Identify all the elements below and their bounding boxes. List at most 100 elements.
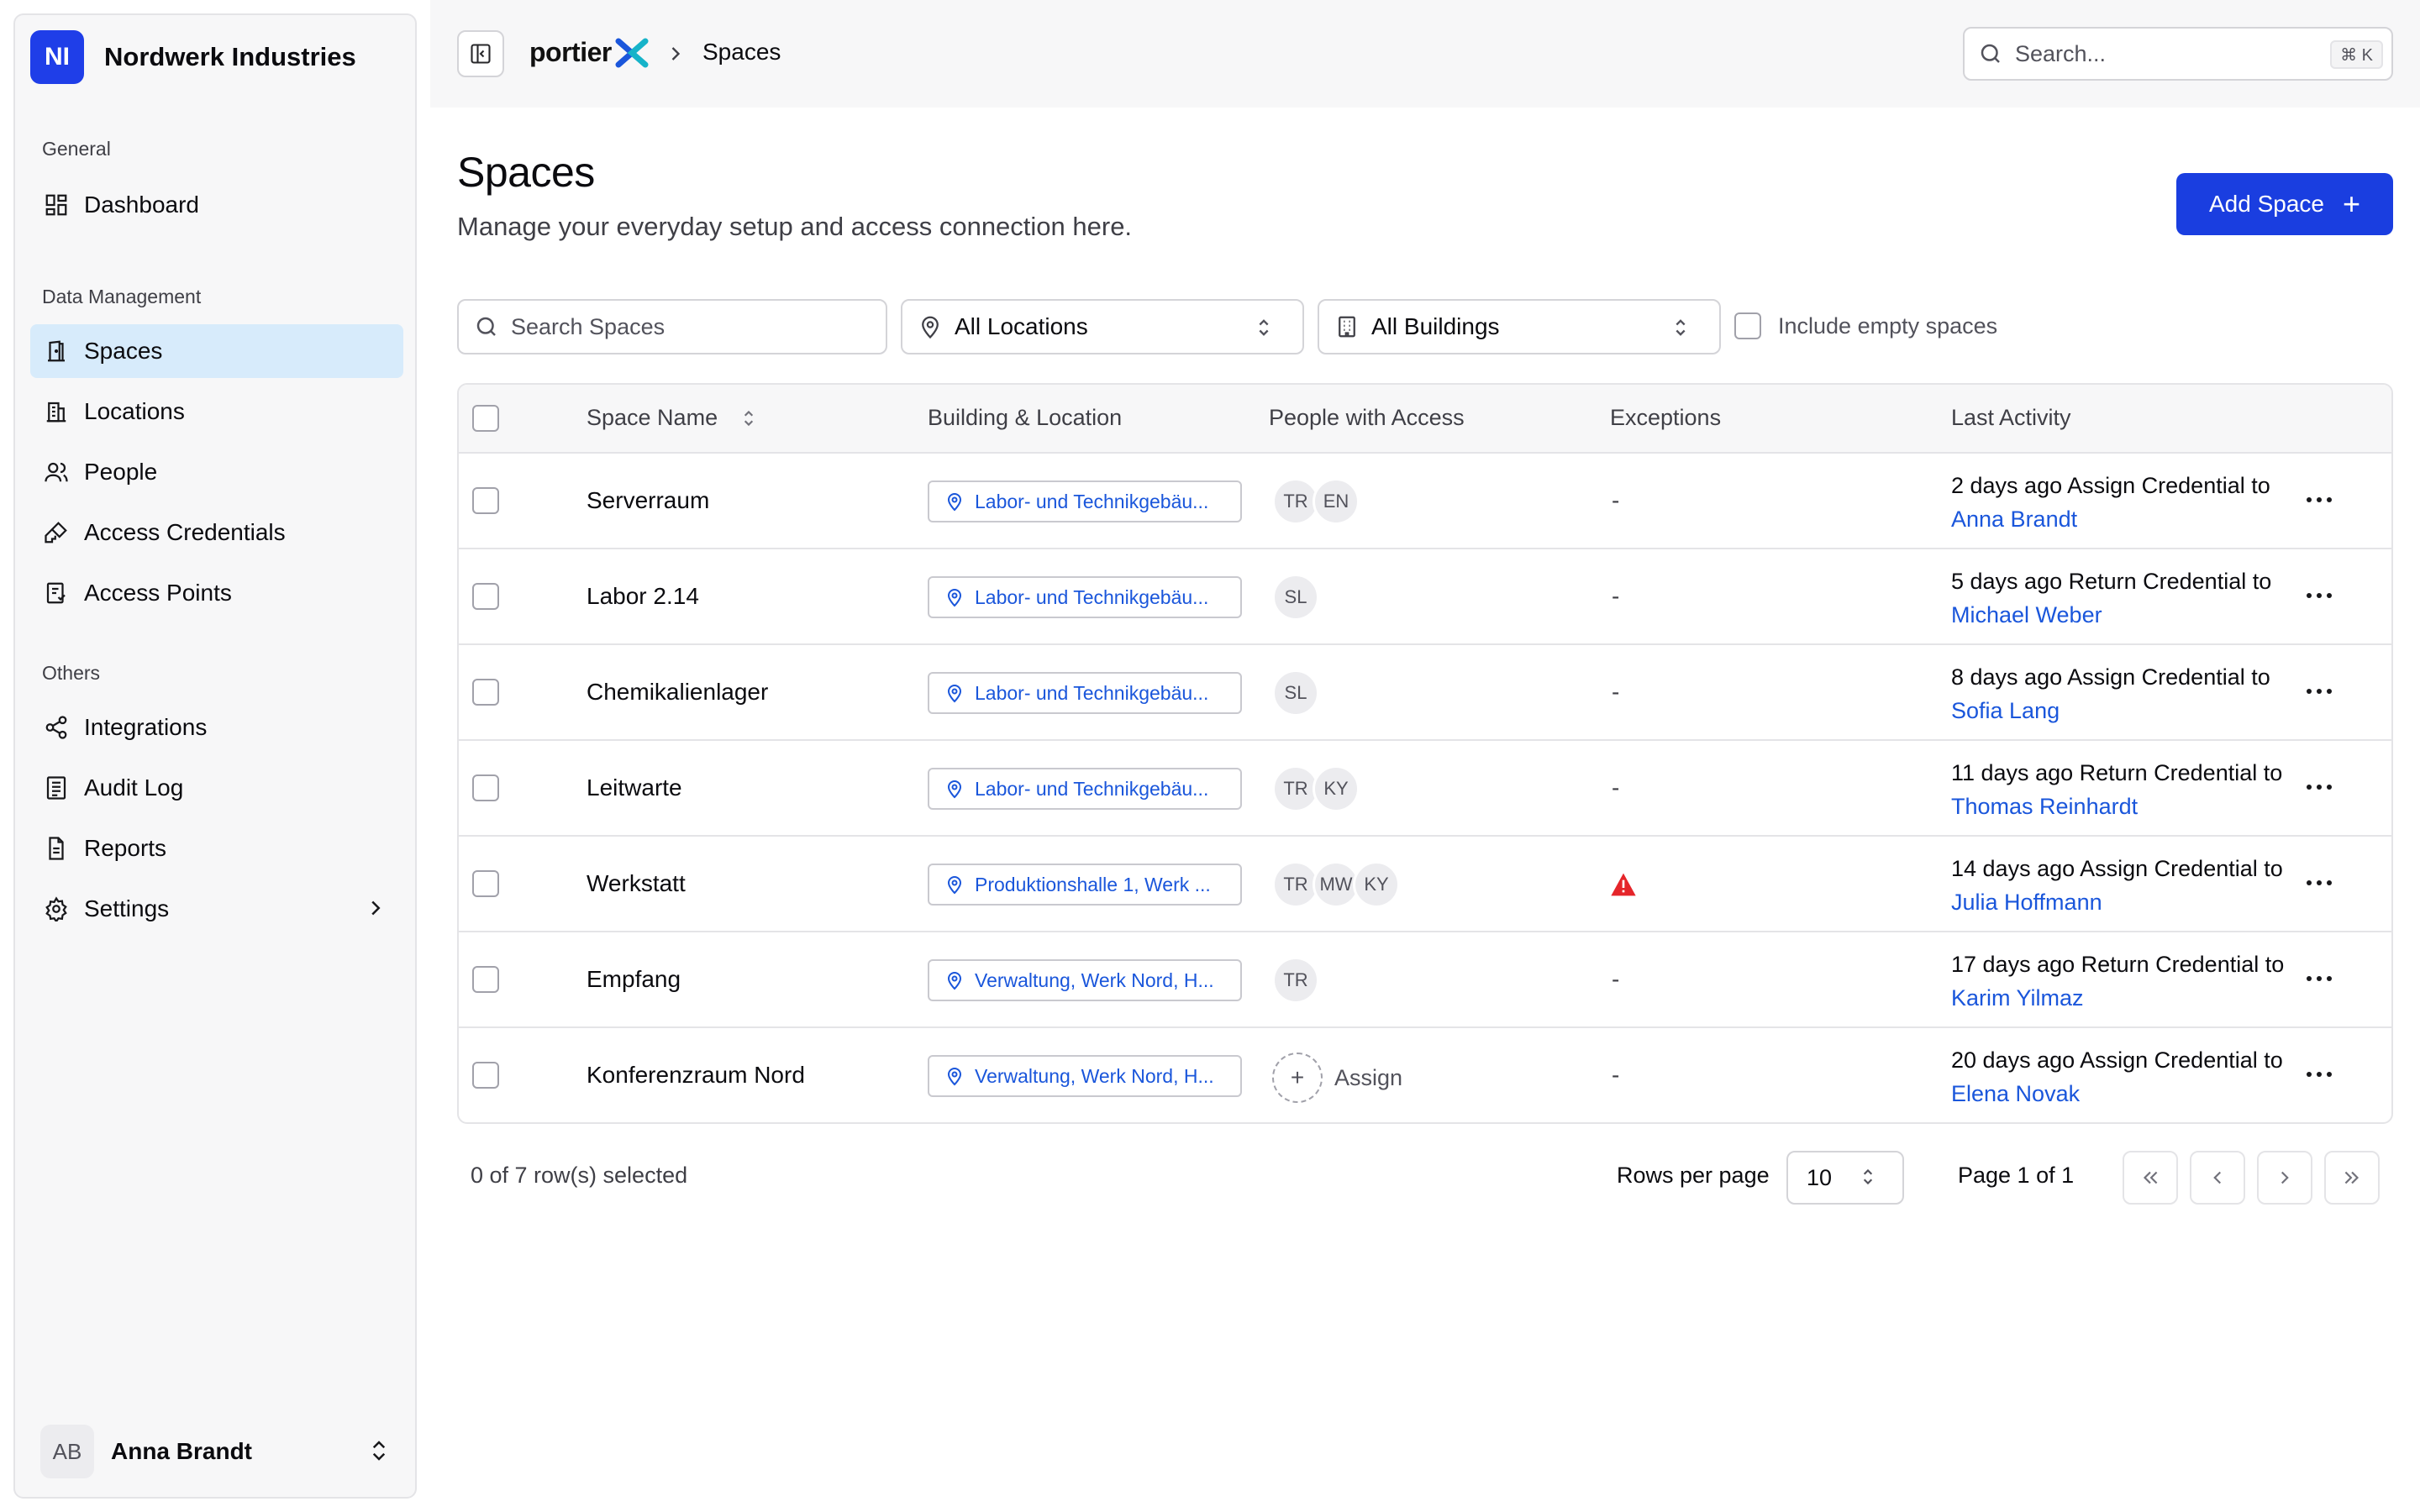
- sidebar-item-access-points[interactable]: Access Points: [30, 566, 403, 620]
- column-exceptions: Exceptions: [1610, 405, 1722, 430]
- space-search[interactable]: [457, 299, 887, 354]
- people-avatars[interactable]: TR EN: [1272, 478, 1360, 525]
- sidebar-item-reports[interactable]: Reports: [30, 822, 403, 875]
- people-avatars[interactable]: TR MW KY: [1272, 861, 1400, 908]
- row-checkbox[interactable]: [472, 1062, 499, 1089]
- table-row[interactable]: Leitwarte Labor- und Technikgebäu... TR …: [459, 741, 2391, 837]
- map-pin-icon: [947, 493, 962, 512]
- rows-per-page-select[interactable]: 10: [1786, 1151, 1904, 1205]
- activity-person-link[interactable]: Michael Weber: [1951, 602, 2102, 627]
- row-checkbox[interactable]: [472, 966, 499, 993]
- activity-person-link[interactable]: Sofia Lang: [1951, 698, 2060, 723]
- location-filter-value: All Locations: [955, 313, 1088, 339]
- table-row[interactable]: Konferenzraum Nord Verwaltung, Werk Nord…: [459, 1028, 2391, 1122]
- include-empty-toggle[interactable]: Include empty spaces: [1734, 312, 1997, 339]
- space-name[interactable]: Labor 2.14: [587, 583, 699, 610]
- row-checkbox[interactable]: [472, 583, 499, 610]
- people-avatars[interactable]: TR: [1272, 957, 1319, 1004]
- row-actions-icon[interactable]: [2306, 687, 2333, 696]
- sidebar-item-people[interactable]: People: [30, 445, 403, 499]
- activity-person-link[interactable]: Julia Hoffmann: [1951, 890, 2102, 915]
- exception-value: -: [1612, 583, 1620, 609]
- toggle-sidebar-button[interactable]: [457, 30, 504, 77]
- row-actions-icon[interactable]: [2306, 496, 2333, 504]
- row-checkbox[interactable]: [472, 487, 499, 514]
- people-avatars[interactable]: SL: [1272, 669, 1319, 717]
- sidebar-item-access-credentials[interactable]: Access Credentials: [30, 506, 403, 559]
- location-text: Labor- und Technikgebäu...: [975, 585, 1209, 608]
- sidebar-item-locations[interactable]: Locations: [30, 385, 403, 438]
- row-checkbox[interactable]: [472, 774, 499, 801]
- table-row[interactable]: Labor 2.14 Labor- und Technikgebäu... SL…: [459, 549, 2391, 645]
- avatar: SL: [1272, 669, 1319, 717]
- column-space-name[interactable]: Space Name: [587, 405, 760, 431]
- assign-people-button[interactable]: + Assign: [1272, 1053, 1402, 1103]
- brand-logo[interactable]: portier: [529, 37, 649, 68]
- sidebar-item-label: Reports: [84, 835, 167, 861]
- org-switcher[interactable]: NI Nordwerk Industries: [30, 30, 356, 84]
- sidebar-item-settings[interactable]: Settings: [30, 882, 403, 936]
- space-name[interactable]: Empfang: [587, 966, 681, 993]
- share-icon: [42, 713, 71, 742]
- building-filter[interactable]: All Buildings: [1318, 299, 1721, 354]
- space-name[interactable]: Konferenzraum Nord: [587, 1062, 805, 1089]
- people-avatars[interactable]: TR KY: [1272, 765, 1360, 812]
- activity-text: 2 days ago Assign Credential to: [1951, 473, 2270, 498]
- rows-per-page-value: 10: [1807, 1164, 1833, 1190]
- sidebar-item-integrations[interactable]: Integrations: [30, 701, 403, 754]
- space-name[interactable]: Werkstatt: [587, 870, 686, 897]
- last-activity: 8 days ago Assign Credential to Sofia La…: [1951, 660, 2287, 727]
- global-search[interactable]: ⌘ K: [1963, 27, 2393, 81]
- location-badge[interactable]: Labor- und Technikgebäu...: [928, 576, 1242, 618]
- people-avatars[interactable]: SL: [1272, 574, 1319, 621]
- first-page-button[interactable]: [2123, 1151, 2178, 1205]
- dashboard-icon: [42, 191, 71, 219]
- location-badge[interactable]: Labor- und Technikgebäu...: [928, 672, 1242, 714]
- row-actions-icon[interactable]: [2306, 591, 2333, 600]
- avatar: KY: [1313, 765, 1360, 812]
- next-page-button[interactable]: [2257, 1151, 2312, 1205]
- activity-person-link[interactable]: Thomas Reinhardt: [1951, 794, 2138, 819]
- sidebar-item-label: Spaces: [84, 338, 163, 364]
- previous-page-button[interactable]: [2190, 1151, 2245, 1205]
- map-pin-icon: [947, 972, 962, 990]
- add-space-button[interactable]: Add Space +: [2176, 173, 2393, 235]
- location-badge[interactable]: Verwaltung, Werk Nord, H...: [928, 959, 1242, 1001]
- location-badge[interactable]: Labor- und Technikgebäu...: [928, 480, 1242, 522]
- row-checkbox[interactable]: [472, 679, 499, 706]
- space-search-input[interactable]: [511, 313, 830, 340]
- row-actions-icon[interactable]: [2306, 879, 2333, 887]
- location-badge[interactable]: Labor- und Technikgebäu...: [928, 768, 1242, 810]
- space-name[interactable]: Leitwarte: [587, 774, 682, 801]
- last-page-button[interactable]: [2324, 1151, 2380, 1205]
- warning-icon[interactable]: [1610, 872, 1637, 897]
- search-input[interactable]: [2015, 40, 2317, 67]
- location-badge[interactable]: Verwaltung, Werk Nord, H...: [928, 1055, 1242, 1097]
- location-filter[interactable]: All Locations: [901, 299, 1304, 354]
- row-checkbox[interactable]: [472, 870, 499, 897]
- row-actions-icon[interactable]: [2306, 1070, 2333, 1079]
- select-all-checkbox[interactable]: [472, 405, 499, 432]
- activity-person-link[interactable]: Elena Novak: [1951, 1081, 2080, 1106]
- sidebar-item-spaces[interactable]: Spaces: [30, 324, 403, 378]
- table-row[interactable]: Chemikalienlager Labor- und Technikgebäu…: [459, 645, 2391, 741]
- table-row[interactable]: Empfang Verwaltung, Werk Nord, H... TR -…: [459, 932, 2391, 1028]
- breadcrumb[interactable]: Spaces: [702, 39, 781, 66]
- activity-person-link[interactable]: Karim Yilmaz: [1951, 985, 2084, 1011]
- row-actions-icon[interactable]: [2306, 974, 2333, 983]
- sidebar-toggle-icon: [469, 42, 492, 66]
- space-name[interactable]: Chemikalienlager: [587, 679, 768, 706]
- section-label-general: General: [42, 138, 111, 160]
- activity-person-link[interactable]: Anna Brandt: [1951, 507, 2077, 532]
- sidebar-item-audit-log[interactable]: Audit Log: [30, 761, 403, 815]
- include-empty-checkbox[interactable]: [1734, 312, 1761, 339]
- location-badge[interactable]: Produktionshalle 1, Werk ...: [928, 864, 1242, 906]
- row-actions-icon[interactable]: [2306, 783, 2333, 791]
- activity-text: 11 days ago Return Credential to: [1951, 760, 2283, 785]
- space-name[interactable]: Serverraum: [587, 487, 709, 514]
- table-row[interactable]: Serverraum Labor- und Technikgebäu... TR…: [459, 454, 2391, 549]
- table-row[interactable]: Werkstatt Produktionshalle 1, Werk ... T…: [459, 837, 2391, 932]
- sidebar-item-dashboard[interactable]: Dashboard: [30, 178, 403, 232]
- user-menu[interactable]: AB Anna Brandt: [40, 1425, 402, 1478]
- org-name: Nordwerk Industries: [104, 42, 356, 71]
